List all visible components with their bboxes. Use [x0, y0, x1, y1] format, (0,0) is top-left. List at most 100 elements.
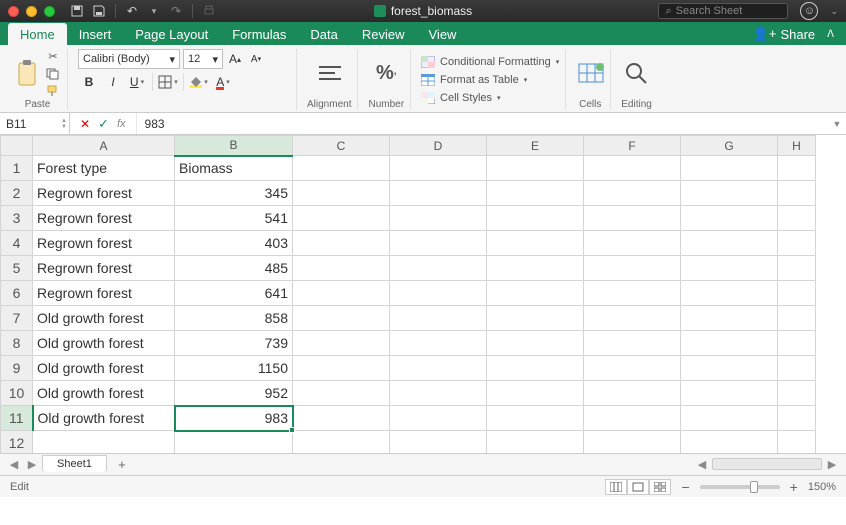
- cell-G7[interactable]: [681, 306, 778, 331]
- close-window-button[interactable]: [8, 6, 19, 17]
- row-header-9[interactable]: 9: [1, 356, 33, 381]
- cell-A9[interactable]: Old growth forest: [33, 356, 175, 381]
- cell-D11[interactable]: [390, 406, 487, 431]
- cell-F10[interactable]: [584, 381, 681, 406]
- cell-D6[interactable]: [390, 281, 487, 306]
- cell-E2[interactable]: [487, 181, 584, 206]
- undo-icon[interactable]: ↶: [124, 3, 140, 19]
- sheet-nav-next-icon[interactable]: ▶: [24, 458, 40, 471]
- cell-D8[interactable]: [390, 331, 487, 356]
- cell-H10[interactable]: [778, 381, 816, 406]
- page-layout-view-icon[interactable]: [627, 479, 649, 495]
- cell-B11[interactable]: 983: [175, 406, 293, 431]
- cell-C4[interactable]: [293, 231, 390, 256]
- cell-H7[interactable]: [778, 306, 816, 331]
- cell-A3[interactable]: Regrown forest: [33, 206, 175, 231]
- cell-B10[interactable]: 952: [175, 381, 293, 406]
- cell-F3[interactable]: [584, 206, 681, 231]
- cell-G12[interactable]: [681, 431, 778, 454]
- sheet-nav-prev-icon[interactable]: ◀: [6, 458, 22, 471]
- cell-E8[interactable]: [487, 331, 584, 356]
- increase-font-icon[interactable]: A▴: [226, 49, 244, 69]
- cell-D5[interactable]: [390, 256, 487, 281]
- cell-E5[interactable]: [487, 256, 584, 281]
- cell-F6[interactable]: [584, 281, 681, 306]
- cell-H8[interactable]: [778, 331, 816, 356]
- cell-A2[interactable]: Regrown forest: [33, 181, 175, 206]
- cell-C11[interactable]: [293, 406, 390, 431]
- number-format-button[interactable]: %,: [372, 58, 400, 90]
- column-header-B[interactable]: B: [175, 136, 293, 156]
- copy-icon[interactable]: [45, 67, 61, 81]
- name-box[interactable]: B11 ▲▼: [0, 113, 70, 134]
- page-break-view-icon[interactable]: [649, 479, 671, 495]
- cut-icon[interactable]: ✂: [45, 50, 61, 64]
- save-icon[interactable]: [91, 3, 107, 19]
- cell-B5[interactable]: 485: [175, 256, 293, 281]
- cell-F4[interactable]: [584, 231, 681, 256]
- row-header-11[interactable]: 11: [1, 406, 33, 431]
- zoom-level-label[interactable]: 150%: [808, 481, 836, 493]
- sheet-tab-sheet1[interactable]: Sheet1: [42, 455, 107, 472]
- tab-page-layout[interactable]: Page Layout: [123, 23, 220, 45]
- search-sheet-input[interactable]: ⌕ Search Sheet: [658, 3, 788, 19]
- cell-C1[interactable]: [293, 156, 390, 181]
- hscroll-left-icon[interactable]: ◀: [694, 458, 710, 471]
- cell-B12[interactable]: [175, 431, 293, 454]
- cell-H3[interactable]: [778, 206, 816, 231]
- cell-C6[interactable]: [293, 281, 390, 306]
- cell-B9[interactable]: 1150: [175, 356, 293, 381]
- column-header-D[interactable]: D: [390, 136, 487, 156]
- confirm-edit-icon[interactable]: ✓: [98, 116, 109, 132]
- italic-button[interactable]: I: [102, 72, 124, 92]
- cell-D2[interactable]: [390, 181, 487, 206]
- cell-G3[interactable]: [681, 206, 778, 231]
- cell-D7[interactable]: [390, 306, 487, 331]
- cell-C10[interactable]: [293, 381, 390, 406]
- font-color-button[interactable]: A▾: [212, 72, 234, 92]
- tab-home[interactable]: Home: [8, 23, 67, 45]
- cell-A5[interactable]: Regrown forest: [33, 256, 175, 281]
- column-header-H[interactable]: H: [778, 136, 816, 156]
- normal-view-icon[interactable]: [605, 479, 627, 495]
- row-header-4[interactable]: 4: [1, 231, 33, 256]
- cell-D1[interactable]: [390, 156, 487, 181]
- cell-B3[interactable]: 541: [175, 206, 293, 231]
- cell-G5[interactable]: [681, 256, 778, 281]
- cell-H2[interactable]: [778, 181, 816, 206]
- fx-label[interactable]: fx: [117, 118, 126, 130]
- cell-A6[interactable]: Regrown forest: [33, 281, 175, 306]
- row-header-6[interactable]: 6: [1, 281, 33, 306]
- row-header-2[interactable]: 2: [1, 181, 33, 206]
- cell-E3[interactable]: [487, 206, 584, 231]
- bold-button[interactable]: B: [78, 72, 100, 92]
- tab-insert[interactable]: Insert: [67, 23, 124, 45]
- zoom-out-button[interactable]: −: [681, 479, 689, 495]
- cell-E9[interactable]: [487, 356, 584, 381]
- redo-icon[interactable]: ↷: [168, 3, 184, 19]
- cell-E10[interactable]: [487, 381, 584, 406]
- paste-button[interactable]: [14, 58, 42, 90]
- cell-F1[interactable]: [584, 156, 681, 181]
- find-select-button[interactable]: [623, 58, 651, 90]
- column-header-C[interactable]: C: [293, 136, 390, 156]
- cell-B2[interactable]: 345: [175, 181, 293, 206]
- ribbon-collapse-icon[interactable]: ᐱ: [827, 29, 834, 40]
- fill-color-button[interactable]: ▾: [188, 72, 210, 92]
- cell-D9[interactable]: [390, 356, 487, 381]
- minimize-window-button[interactable]: [26, 6, 37, 17]
- alignment-button[interactable]: [315, 58, 343, 90]
- tab-review[interactable]: Review: [350, 23, 417, 45]
- cell-B1[interactable]: Biomass: [175, 156, 293, 181]
- cell-F5[interactable]: [584, 256, 681, 281]
- cell-E11[interactable]: [487, 406, 584, 431]
- select-all-corner[interactable]: [1, 136, 33, 156]
- cell-F11[interactable]: [584, 406, 681, 431]
- cell-B4[interactable]: 403: [175, 231, 293, 256]
- format-as-table-button[interactable]: Format as Table▾: [421, 71, 559, 88]
- cell-B8[interactable]: 739: [175, 331, 293, 356]
- cell-C3[interactable]: [293, 206, 390, 231]
- row-header-7[interactable]: 7: [1, 306, 33, 331]
- row-header-12[interactable]: 12: [1, 431, 33, 454]
- horizontal-scrollbar[interactable]: [712, 458, 822, 470]
